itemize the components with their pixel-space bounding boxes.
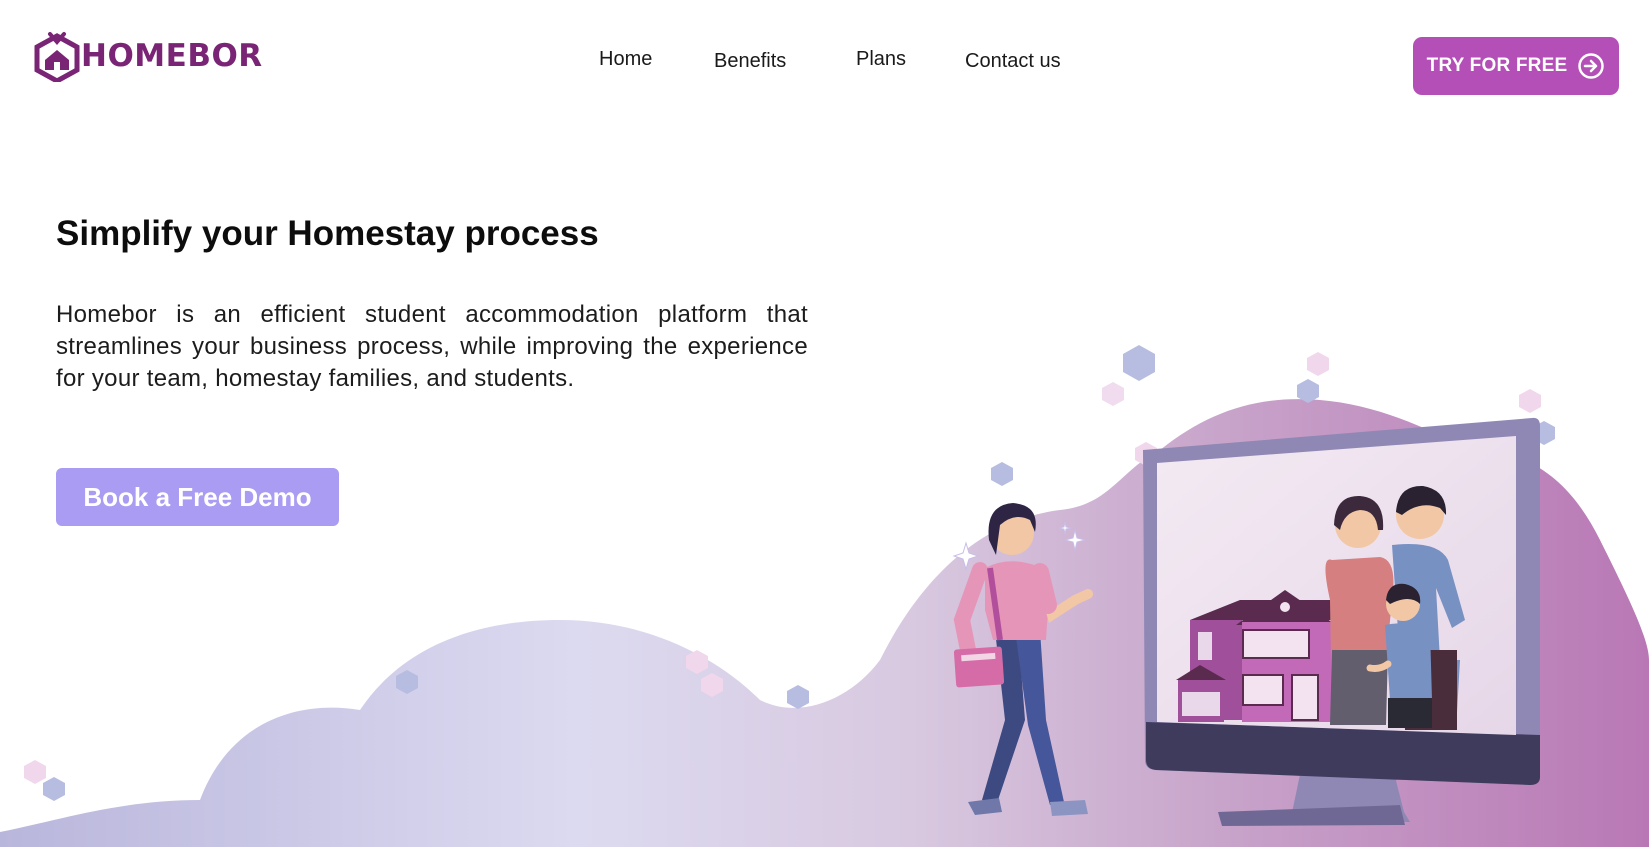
house-hexagon-logo-icon xyxy=(34,32,80,82)
site-header: HOMEBOR Home Benefits Plans Contact us T… xyxy=(0,0,1649,120)
book-free-demo-button[interactable]: Book a Free Demo xyxy=(56,468,339,526)
hero-illustration xyxy=(0,345,1649,847)
try-for-free-button[interactable]: TRY FOR FREE xyxy=(1413,37,1619,95)
student-walking-illustration xyxy=(952,503,1093,816)
hero-title: Simplify your Homestay process xyxy=(56,214,599,253)
background-blob xyxy=(0,399,1649,847)
brand-name: HOMEBOR xyxy=(81,37,263,74)
nav-item-benefits[interactable]: Benefits xyxy=(714,51,786,71)
homebor-logo[interactable]: HOMEBOR xyxy=(33,30,263,82)
arrow-right-circle-icon xyxy=(1578,53,1605,79)
family-illustration xyxy=(1325,485,1465,730)
landing-page: HOMEBOR Home Benefits Plans Contact us T… xyxy=(0,0,1649,847)
nav-item-home[interactable]: Home xyxy=(599,49,652,69)
try-for-free-label: TRY FOR FREE xyxy=(1426,55,1568,76)
hero-description: Homebor is an efficient student accommod… xyxy=(56,301,808,392)
nav-item-plans[interactable]: Plans xyxy=(856,49,906,69)
nav-item-contact-us[interactable]: Contact us xyxy=(965,51,1061,71)
monitor-illustration xyxy=(1143,417,1540,826)
hexagon-decoration-icon xyxy=(24,345,1555,801)
house-illustration xyxy=(1176,590,1340,722)
